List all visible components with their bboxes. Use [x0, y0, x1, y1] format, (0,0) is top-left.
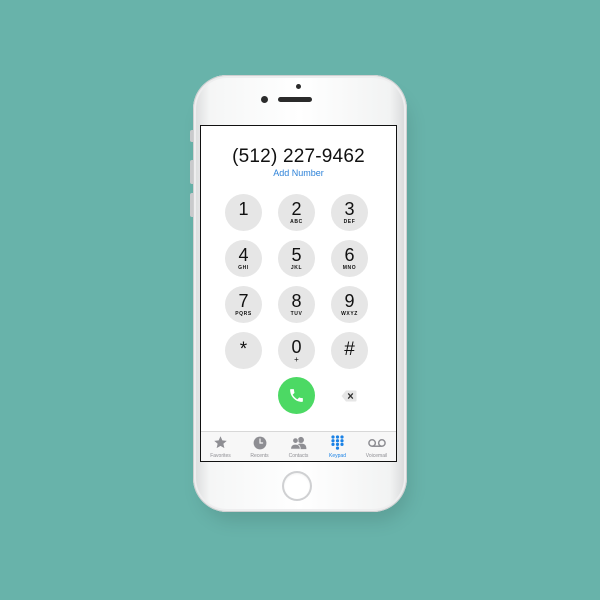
delete-button[interactable]	[341, 389, 357, 402]
tab-voicemail[interactable]: Voicemail	[357, 435, 396, 459]
voicemail-icon	[357, 435, 396, 450]
volume-down-button	[190, 193, 193, 217]
key-6[interactable]: 6 MNO	[331, 240, 368, 277]
key-digit: 0	[291, 337, 302, 357]
tab-label: Voicemail	[365, 453, 388, 459]
star-icon	[201, 435, 240, 450]
key-digit: 7	[238, 291, 249, 311]
key-1[interactable]: 1	[225, 194, 262, 231]
key-letters: JKL	[290, 265, 303, 271]
proximity-sensor	[296, 84, 301, 89]
key-digit: 3	[344, 199, 355, 219]
key-7[interactable]: 7 PQRS	[225, 286, 262, 323]
key-digit: 4	[238, 245, 249, 265]
key-digit: 2	[291, 199, 302, 219]
tab-label: Favorites	[210, 453, 231, 459]
key-hash[interactable]: #	[331, 332, 368, 369]
key-digit: 6	[344, 245, 355, 265]
volume-up-button	[190, 160, 193, 184]
key-digit: 1	[238, 199, 249, 219]
key-letters: DEF	[343, 219, 356, 225]
phone-icon	[290, 389, 303, 402]
dialed-number: (512) 227-9462	[232, 146, 365, 167]
key-digit: 8	[291, 291, 302, 311]
mute-switch	[190, 130, 193, 142]
tab-recents[interactable]: Recents	[240, 435, 279, 459]
contacts-icon	[279, 435, 318, 450]
keypad-icon	[318, 435, 357, 450]
key-letters: MNO	[342, 265, 357, 271]
key-digit: *	[239, 339, 248, 360]
tab-label: Recents	[250, 453, 269, 459]
key-digit: #	[344, 339, 355, 360]
call-button[interactable]	[278, 377, 315, 414]
key-5[interactable]: 5 JKL	[278, 240, 315, 277]
home-button[interactable]	[284, 473, 310, 499]
key-9[interactable]: 9 WXYZ	[331, 286, 368, 323]
key-letters: WXYZ	[341, 311, 358, 317]
key-letters: TUV	[290, 311, 303, 317]
key-digit: 9	[344, 291, 355, 311]
key-2[interactable]: 2 ABC	[278, 194, 315, 231]
key-0[interactable]: 0 +	[278, 332, 315, 369]
iphone-device: (512) 227-9462 Add Number 1 2 ABC 3 DEF …	[190, 75, 407, 512]
earpiece-speaker	[278, 97, 312, 102]
tab-contacts[interactable]: Contacts	[279, 435, 318, 459]
key-star[interactable]: *	[225, 332, 262, 369]
clock-icon	[240, 435, 279, 450]
add-number-link[interactable]: Add Number	[201, 168, 396, 178]
key-letters: +	[294, 355, 299, 364]
key-8[interactable]: 8 TUV	[278, 286, 315, 323]
tab-bar: Favorites Recents Contacts Keypad Voicem…	[201, 431, 396, 461]
phone-screen: (512) 227-9462 Add Number 1 2 ABC 3 DEF …	[201, 126, 396, 461]
background-scene: (512) 227-9462 Add Number 1 2 ABC 3 DEF …	[0, 0, 600, 600]
tab-favorites[interactable]: Favorites	[201, 435, 240, 459]
key-letters: ABC	[290, 219, 303, 225]
key-3[interactable]: 3 DEF	[331, 194, 368, 231]
front-camera	[261, 96, 268, 103]
key-4[interactable]: 4 GHI	[225, 240, 262, 277]
key-digit: 5	[291, 245, 302, 265]
delete-backspace-icon	[341, 390, 357, 402]
key-letters: PQRS	[235, 311, 252, 317]
tab-keypad[interactable]: Keypad	[318, 435, 357, 459]
tab-label: Keypad	[329, 453, 346, 459]
tab-label: Contacts	[288, 453, 309, 459]
key-letters: GHI	[238, 265, 249, 271]
